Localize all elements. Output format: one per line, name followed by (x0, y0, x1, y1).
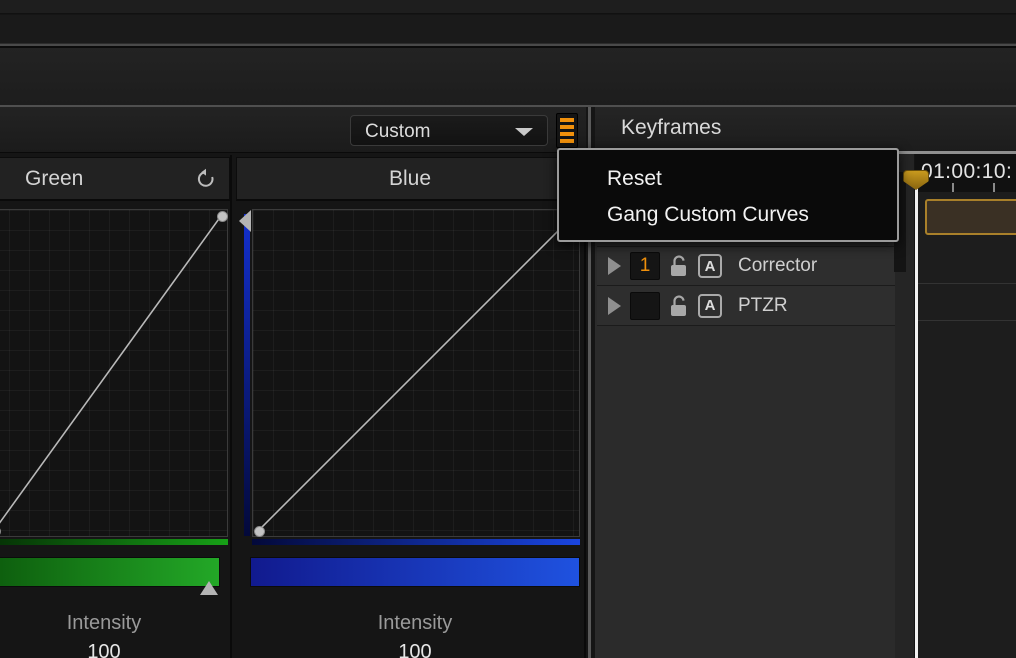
ruler-tick (952, 183, 954, 192)
curve-control-point-min-blue[interactable] (254, 526, 265, 537)
unlocked-padlock-icon[interactable] (668, 254, 690, 278)
application-window: Custom Green Intensity 100 Blue Intensit… (0, 0, 1016, 658)
keyframes-track-list: 1 A Corrector A PTZR (597, 246, 915, 326)
track-name: Corrector (738, 255, 818, 276)
triangle-right-icon[interactable] (608, 296, 621, 315)
keyframes-header: Keyframes (595, 107, 1016, 153)
context-menu[interactable]: Reset Gang Custom Curves (557, 148, 899, 242)
hamburger-menu-icon-bar (560, 118, 574, 122)
intensity-slider-blue[interactable] (250, 557, 830, 595)
intensity-label-blue: Intensity (377, 612, 453, 634)
panel-title-blue: Blue (388, 167, 432, 190)
unlocked-padlock-icon[interactable] (668, 294, 690, 318)
keyframe-count-badge[interactable] (630, 291, 660, 320)
menu-item-reset[interactable]: Reset (607, 167, 662, 191)
hamburger-menu-icon-bar (560, 125, 574, 129)
secondary-chrome-strip (0, 15, 1016, 43)
playhead-line[interactable] (915, 172, 918, 658)
intensity-slider-track-blue (250, 557, 580, 587)
auto-keyframe-icon[interactable]: A (698, 293, 722, 318)
hamburger-menu-icon-bar (560, 139, 574, 143)
panel-header-green: Green (0, 157, 230, 201)
preset-dropdown[interactable]: Custom (350, 115, 548, 146)
timeline-clip[interactable] (925, 199, 1016, 235)
options-menu-button[interactable] (556, 113, 578, 148)
curve-input-handle-blue[interactable] (239, 210, 251, 232)
menu-item-gang-custom-curves[interactable]: Gang Custom Curves (607, 203, 809, 227)
panel-header-blue: Blue (236, 157, 584, 201)
chevron-down-icon (515, 128, 533, 136)
reset-arrow-icon[interactable] (195, 168, 217, 190)
intensity-value-blue[interactable]: 100 (250, 641, 580, 658)
intensity-slider-thumb-green[interactable] (200, 581, 218, 595)
hamburger-menu-icon-bar (560, 132, 574, 136)
timecode-label: 01:00:10: (921, 160, 1013, 183)
table-row[interactable]: A PTZR (597, 286, 915, 326)
intensity-slider-track-green (0, 557, 220, 587)
toolbar-area (0, 48, 1016, 105)
curve-editor-green[interactable] (0, 209, 228, 537)
auto-keyframe-icon[interactable]: A (698, 254, 722, 278)
curve-input-gradient-blue (244, 214, 250, 536)
top-chrome-strip (0, 0, 1016, 14)
track-name: PTZR (738, 294, 788, 316)
panel-title-green: Green (25, 167, 84, 190)
intensity-value-green[interactable]: 100 (0, 641, 220, 658)
curve-path-blue (258, 215, 574, 531)
triangle-right-icon[interactable] (608, 257, 621, 275)
curve-editor-blue[interactable] (252, 209, 580, 537)
timeline-row-divider (915, 320, 1016, 321)
curve-path-green (0, 215, 222, 524)
timecode-ruler[interactable]: 01:00:10: (915, 154, 1016, 192)
curve-control-point-max-green[interactable] (217, 211, 228, 222)
table-row[interactable]: 1 A Corrector (597, 246, 915, 286)
keyframe-count-badge[interactable]: 1 (630, 252, 660, 280)
preset-dropdown-label: Custom (365, 121, 431, 142)
curve-output-gradient-green (0, 539, 228, 545)
intensity-slider-green[interactable] (0, 557, 220, 595)
intensity-label-green: Intensity (66, 612, 142, 634)
ruler-tick (993, 183, 995, 192)
timeline-row-divider (915, 283, 1016, 284)
keyframes-title: Keyframes (621, 116, 722, 139)
panel-divider (230, 155, 232, 658)
curve-output-gradient-blue (252, 539, 580, 545)
